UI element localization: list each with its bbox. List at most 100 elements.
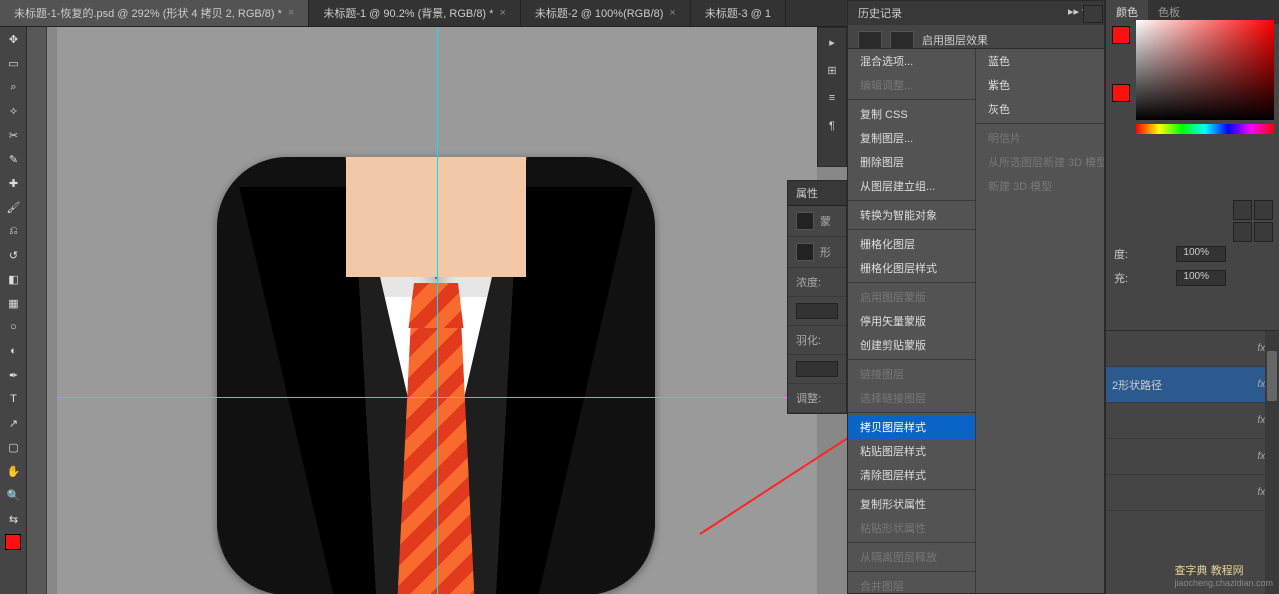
properties-panel: 属性 蒙 形 浓度: 羽化: 调整: — [787, 180, 847, 414]
density-input[interactable] — [796, 303, 838, 319]
fill-row: 充: 100% — [1106, 266, 1234, 290]
layer-row[interactable]: 2形状路径fx ▾ — [1106, 367, 1279, 403]
shape-tool-icon[interactable]: ▢ — [0, 435, 27, 459]
ctx-item[interactable]: 复制图层... — [848, 126, 975, 150]
adjust-panel: 度: 100% 充: 100% — [1106, 242, 1234, 290]
hue-slider[interactable] — [1136, 124, 1274, 134]
history-entry-label: 启用图层效果 — [922, 32, 988, 48]
artwork-icon — [217, 157, 655, 594]
eraser-tool-icon[interactable]: ◧ — [0, 267, 27, 291]
mini-btn[interactable] — [1233, 200, 1252, 220]
ruler-vertical[interactable] — [27, 27, 47, 594]
ctx-item[interactable]: 混合选项... — [848, 49, 975, 73]
opacity-row: 度: 100% — [1106, 242, 1234, 266]
tab-label: 未标题-3 @ 1 — [705, 5, 771, 21]
eyedropper-tool-icon[interactable]: ✎ — [0, 147, 27, 171]
canvas-area — [27, 27, 847, 594]
feather-input[interactable] — [796, 361, 838, 377]
properties-tab[interactable]: 属性 — [788, 181, 846, 206]
ctx-item: 明信片 — [976, 126, 1104, 150]
mini-btn[interactable] — [1254, 200, 1273, 220]
fill-input[interactable]: 100% — [1176, 270, 1226, 286]
history-brush-icon[interactable]: ↺ — [0, 243, 27, 267]
right-column: 颜色 色板 度: 100% 充: 100% fx ▾2形状路径fx ▾fx ▾f… — [1105, 0, 1279, 594]
shape-icon — [796, 243, 814, 261]
history-panel: 历史记录 ▸▸ ▾≡ 启用图层效果 — [847, 0, 1105, 52]
ctx-item[interactable]: 栅格化图层 — [848, 232, 975, 256]
ctx-item[interactable]: 创建剪贴蒙版 — [848, 333, 975, 357]
tab-3[interactable]: 未标题-3 @ 1 — [691, 0, 786, 26]
close-icon[interactable]: × — [499, 7, 505, 19]
toolbox: ✥ ▭ ⌕ ✧ ✂ ✎ ✚ 🖌 ⎌ ↺ ◧ ▦ ○ ◐ ✒ T ↗ ▢ ✋ 🔍 … — [0, 27, 27, 594]
type-tool-icon[interactable]: T — [0, 387, 27, 411]
gradient-tool-icon[interactable]: ▦ — [0, 291, 27, 315]
close-icon[interactable]: × — [669, 7, 675, 19]
opacity-input[interactable]: 100% — [1176, 246, 1226, 262]
ctx-item[interactable]: 从图层建立组... — [848, 174, 975, 198]
dodge-tool-icon[interactable]: ◐ — [0, 339, 27, 363]
heal-tool-icon[interactable]: ✚ — [0, 171, 27, 195]
panel-collapse-icon[interactable] — [1083, 5, 1103, 23]
pen-tool-icon[interactable]: ✒ — [0, 363, 27, 387]
color-picker[interactable] — [1136, 20, 1274, 120]
mini-btn[interactable] — [1254, 222, 1273, 242]
ctx-item[interactable]: 拷贝图层样式 — [848, 415, 975, 439]
layer-row[interactable]: fx ▾ — [1106, 403, 1279, 439]
scrollbar[interactable] — [1265, 331, 1279, 594]
lasso-tool-icon[interactable]: ⌕ — [0, 75, 27, 99]
ctx-item[interactable]: 栅格化图层样式 — [848, 256, 975, 280]
tab-label: 未标题-1 @ 90.2% (背景, RGB/8) * — [323, 5, 493, 21]
ctx-item[interactable]: 清除图层样式 — [848, 463, 975, 487]
ctx-item[interactable]: 灰色 — [976, 97, 1104, 121]
swap-colors-icon[interactable]: ⇆ — [0, 507, 27, 531]
foreground-color-icon[interactable] — [5, 534, 21, 550]
ctx-item: 粘贴形状属性 — [848, 516, 975, 540]
layer-row[interactable]: fx ▾ — [1106, 439, 1279, 475]
zoom-tool-icon[interactable]: 🔍 — [0, 483, 27, 507]
tab-2[interactable]: 未标题-2 @ 100%(RGB/8)× — [521, 0, 691, 26]
ctx-item[interactable]: 复制 CSS — [848, 102, 975, 126]
ctx-item[interactable]: 复制形状属性 — [848, 492, 975, 516]
history-tab[interactable]: 历史记录 ▸▸ ▾≡ — [848, 1, 1104, 25]
canvas[interactable] — [57, 27, 817, 594]
history-tab-label: 历史记录 — [858, 5, 902, 21]
ctx-item[interactable]: 删除图层 — [848, 150, 975, 174]
ctx-item[interactable]: 蓝色 — [976, 49, 1104, 73]
ctx-item: 合并图层 — [848, 574, 975, 594]
ctx-item[interactable]: 粘贴图层样式 — [848, 439, 975, 463]
wand-tool-icon[interactable]: ✧ — [0, 99, 27, 123]
ctx-item: 链接图层 — [848, 362, 975, 386]
panel-icon[interactable]: ¶ — [818, 112, 846, 140]
stamp-tool-icon[interactable]: ⎌ — [0, 219, 27, 243]
mini-btn[interactable] — [1233, 222, 1252, 242]
move-tool-icon[interactable]: ✥ — [0, 27, 27, 51]
background-swatch[interactable] — [1112, 84, 1130, 102]
panel-icon[interactable]: ▸ — [818, 28, 846, 56]
props-mask-row[interactable]: 蒙 — [788, 206, 846, 237]
path-tool-icon[interactable]: ↗ — [0, 411, 27, 435]
ctx-item[interactable]: 停用矢量蒙版 — [848, 309, 975, 333]
tab-0[interactable]: 未标题-1-恢复的.psd @ 292% (形状 4 拷贝 2, RGB/8) … — [0, 0, 309, 26]
hand-tool-icon[interactable]: ✋ — [0, 459, 27, 483]
foreground-swatch[interactable] — [1112, 26, 1130, 44]
ctx-item[interactable]: 紫色 — [976, 73, 1104, 97]
guide-vertical[interactable] — [437, 27, 438, 594]
ctx-item[interactable]: 转换为智能对象 — [848, 203, 975, 227]
scrollbar-thumb[interactable] — [1267, 351, 1277, 401]
close-icon[interactable]: × — [288, 7, 294, 19]
tab-1[interactable]: 未标题-1 @ 90.2% (背景, RGB/8) * × — [309, 0, 521, 26]
layer-row[interactable]: fx ▾ — [1106, 475, 1279, 511]
layer-row[interactable]: fx ▾ — [1106, 331, 1279, 367]
opacity-label: 度: — [1114, 246, 1128, 262]
brush-tool-icon[interactable]: 🖌 — [0, 195, 27, 219]
blur-tool-icon[interactable]: ○ — [0, 315, 27, 339]
panel-icon[interactable]: ≡ — [818, 84, 846, 112]
props-density-row: 浓度: — [788, 268, 846, 297]
top-right-icons — [1083, 5, 1103, 23]
crop-tool-icon[interactable]: ✂ — [0, 123, 27, 147]
ctx-item: 选择链接图层 — [848, 386, 975, 410]
tie-knot — [409, 283, 464, 328]
panel-icon[interactable]: ⊞ — [818, 56, 846, 84]
props-shape-row[interactable]: 形 — [788, 237, 846, 268]
marquee-tool-icon[interactable]: ▭ — [0, 51, 27, 75]
